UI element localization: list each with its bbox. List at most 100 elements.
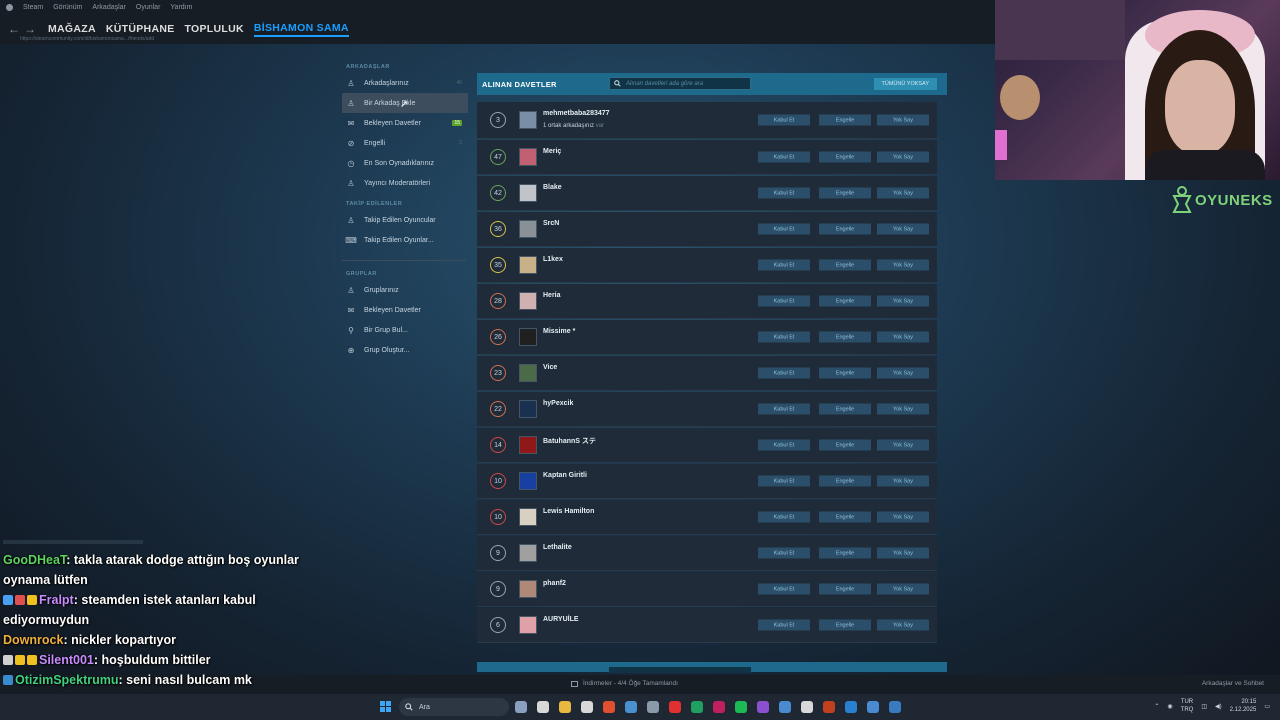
invite-username[interactable]: Lethalite: [543, 544, 572, 551]
clock[interactable]: 20:15 2.12.2025: [1230, 698, 1257, 714]
notification-icon[interactable]: ▭: [1264, 703, 1270, 710]
accept-button[interactable]: Kabul Et: [758, 259, 810, 271]
notepad-icon[interactable]: [581, 701, 593, 713]
xbox-icon[interactable]: [691, 701, 703, 713]
invite-username[interactable]: Missime *: [543, 328, 575, 335]
avatar[interactable]: [519, 328, 537, 346]
block-button[interactable]: Engelle: [819, 114, 871, 126]
accept-button[interactable]: Kabul Et: [758, 187, 810, 199]
accept-button[interactable]: Kabul Et: [758, 114, 810, 126]
avatar[interactable]: [519, 220, 537, 238]
wifi-icon[interactable]: ◫: [1201, 703, 1207, 710]
block-button[interactable]: Engelle: [819, 331, 871, 343]
edge-icon[interactable]: [845, 701, 857, 713]
ignore-button[interactable]: Yok Say: [877, 295, 929, 307]
sidebar-item[interactable]: ♙ Gruplarınız: [342, 280, 468, 300]
accept-button[interactable]: Kabul Et: [758, 403, 810, 415]
nav-library[interactable]: KÜTÜPHANE: [106, 23, 175, 35]
invite-search-input[interactable]: Alınan davetleri ada göre ara: [609, 77, 751, 90]
nav-store[interactable]: MAĞAZA: [48, 23, 96, 35]
ignore-button[interactable]: Yok Say: [877, 367, 929, 379]
ignore-button[interactable]: Yok Say: [877, 403, 929, 415]
brave-icon[interactable]: [603, 701, 615, 713]
sidebar-item[interactable]: ♙ Yayıncı Moderatörleri: [342, 173, 468, 193]
nav-community[interactable]: TOPLULUK: [185, 23, 244, 35]
ignore-button[interactable]: Yok Say: [877, 547, 929, 559]
invite-username[interactable]: Vice: [543, 364, 557, 371]
invite-username[interactable]: L1kex: [543, 256, 563, 263]
menu-item[interactable]: Oyunlar: [136, 4, 161, 11]
avatar[interactable]: [519, 436, 537, 454]
ignore-button[interactable]: Yok Say: [877, 259, 929, 271]
chrome-icon[interactable]: [823, 701, 835, 713]
obs-icon[interactable]: [647, 701, 659, 713]
accept-button[interactable]: Kabul Et: [758, 439, 810, 451]
vscode-icon[interactable]: [779, 701, 791, 713]
accept-button[interactable]: Kabul Et: [758, 583, 810, 595]
ignore-button[interactable]: Yok Say: [877, 331, 929, 343]
sidebar-item[interactable]: ✉ Bekleyen Davetler: [342, 300, 468, 320]
menu-item[interactable]: Steam: [23, 4, 43, 11]
menu-item[interactable]: Görünüm: [53, 4, 82, 11]
forward-arrow-icon[interactable]: →: [22, 22, 38, 36]
ignore-button[interactable]: Yok Say: [877, 439, 929, 451]
accept-button[interactable]: Kabul Et: [758, 223, 810, 235]
language-indicator[interactable]: TUR TRQ: [1181, 698, 1194, 714]
block-button[interactable]: Engelle: [819, 295, 871, 307]
block-button[interactable]: Engelle: [819, 187, 871, 199]
ignore-button[interactable]: Yok Say: [877, 223, 929, 235]
block-button[interactable]: Engelle: [819, 475, 871, 487]
nav-profile[interactable]: BİSHAMON SAMA: [253, 22, 349, 37]
ignore-button[interactable]: Yok Say: [877, 583, 929, 595]
invite-username[interactable]: phanf2: [543, 580, 566, 587]
menu-item[interactable]: Yardım: [170, 4, 192, 11]
sidebar-item[interactable]: ♙ Takip Edilen Oyuncular: [342, 210, 468, 230]
block-button[interactable]: Engelle: [819, 511, 871, 523]
accept-button[interactable]: Kabul Et: [758, 475, 810, 487]
avatar[interactable]: [519, 508, 537, 526]
youtube-icon[interactable]: [669, 701, 681, 713]
app-icon[interactable]: [713, 701, 725, 713]
block-button[interactable]: Engelle: [819, 439, 871, 451]
menu-item[interactable]: Arkadaşlar: [92, 4, 125, 11]
volume-icon[interactable]: ◀): [1215, 703, 1222, 710]
accept-button[interactable]: Kabul Et: [758, 331, 810, 343]
accept-button[interactable]: Kabul Et: [758, 511, 810, 523]
file-explorer-icon[interactable]: [537, 701, 549, 713]
invite-username[interactable]: SrcN: [543, 220, 559, 227]
avatar[interactable]: [519, 364, 537, 382]
block-button[interactable]: Engelle: [819, 547, 871, 559]
invite-username[interactable]: hyPexcik: [543, 400, 573, 407]
avatar[interactable]: [519, 292, 537, 310]
avatar[interactable]: [519, 544, 537, 562]
avatar[interactable]: [519, 111, 537, 129]
invite-username[interactable]: Lewis Hamilton: [543, 508, 594, 515]
avatar[interactable]: [519, 148, 537, 166]
taskbar-search[interactable]: Ara: [399, 698, 509, 716]
ignore-button[interactable]: Yok Say: [877, 187, 929, 199]
sidebar-item[interactable]: ♙ Arkadaşlarınız 46: [342, 73, 468, 93]
invite-username[interactable]: Heria: [543, 292, 561, 299]
network-icon[interactable]: ◉: [1167, 703, 1172, 710]
avatar[interactable]: [519, 256, 537, 274]
accept-button[interactable]: Kabul Et: [758, 367, 810, 379]
ignore-button[interactable]: Yok Say: [877, 475, 929, 487]
block-button[interactable]: Engelle: [819, 367, 871, 379]
sidebar-item[interactable]: ◷ En Son Oynadıklarınız: [342, 153, 468, 173]
avatar[interactable]: [519, 616, 537, 634]
accept-button[interactable]: Kabul Et: [758, 619, 810, 631]
invite-username[interactable]: mehmetbaba283477: [543, 110, 610, 117]
spotify-icon[interactable]: [735, 701, 747, 713]
sidebar-item[interactable]: ⊘ Engelli 2: [342, 133, 468, 153]
downloads-status[interactable]: İndirmeler - 4/4 Öğe Tamamlandı: [571, 680, 678, 687]
avatar[interactable]: [519, 580, 537, 598]
windows-start-icon[interactable]: [380, 701, 392, 713]
sidebar-item[interactable]: ⌨ Takip Edilen Oyunlar...: [342, 230, 468, 250]
sidebar-item[interactable]: ✉ Bekleyen Davetler 15: [342, 113, 468, 133]
sidebar-item[interactable]: ⊕ Grup Oluştur...: [342, 340, 468, 360]
avatar[interactable]: [519, 184, 537, 202]
friends-chat-button[interactable]: Arkadaşlar ve Sohbet: [1202, 680, 1264, 687]
accept-button[interactable]: Kabul Et: [758, 547, 810, 559]
back-arrow-icon[interactable]: ←: [6, 22, 22, 36]
winget-icon[interactable]: [515, 701, 527, 713]
